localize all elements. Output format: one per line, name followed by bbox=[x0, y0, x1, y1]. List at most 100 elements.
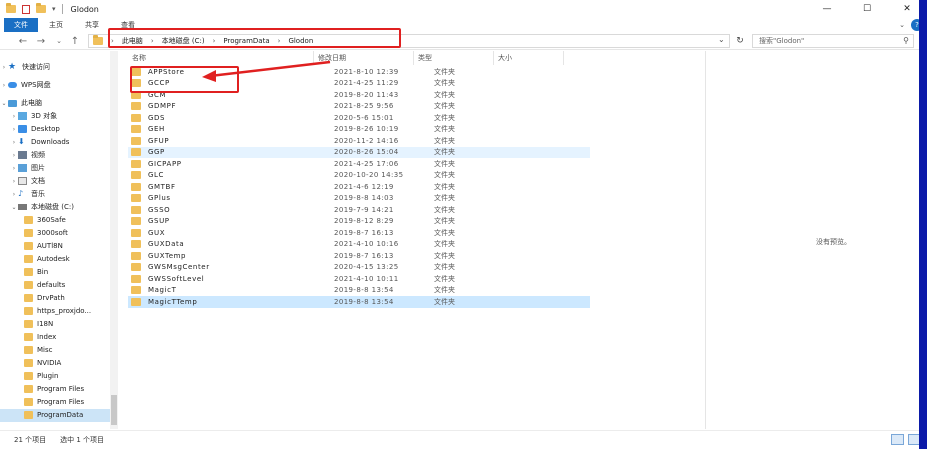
tab-file[interactable]: 文件 bbox=[4, 18, 38, 32]
sidebar-item-videos[interactable]: › 视频 bbox=[0, 149, 117, 162]
table-row[interactable]: GDS 2020-5-6 15:01 文件夹 bbox=[128, 112, 590, 124]
table-row[interactable]: GMTBF 2021-4-6 12:19 文件夹 bbox=[128, 181, 590, 193]
sidebar-item-downloads[interactable]: › ⬇ Downloads bbox=[0, 136, 117, 149]
sidebar-item-label: https_proxjdo... bbox=[37, 307, 92, 316]
table-row[interactable]: GSSO 2019-7-9 14:21 文件夹 bbox=[128, 204, 590, 216]
table-row[interactable]: GEH 2019-8-26 10:19 文件夹 bbox=[128, 124, 590, 136]
file-name: GSSO bbox=[148, 205, 171, 214]
expand-ribbon-icon[interactable]: ⌄ bbox=[899, 21, 905, 29]
sidebar-item-programdata[interactable]: ProgramData bbox=[0, 409, 117, 422]
table-row[interactable]: GSUP 2019-8-12 8:29 文件夹 bbox=[128, 216, 590, 228]
address-dropdown-icon[interactable]: ⌄ bbox=[718, 35, 725, 44]
chevron-right-icon[interactable]: › bbox=[10, 165, 18, 172]
sidebar-item-label: Desktop bbox=[31, 125, 60, 134]
sidebar-item-label: NVIDIA bbox=[37, 359, 62, 368]
table-row[interactable]: MagicT 2019-8-8 13:54 文件夹 bbox=[128, 285, 590, 297]
table-row[interactable]: GLC 2020-10-20 14:35 文件夹 bbox=[128, 170, 590, 182]
file-name: GUXData bbox=[148, 240, 185, 249]
tab-share[interactable]: 共享 bbox=[74, 18, 110, 32]
sidebar-item-label: DrvPath bbox=[37, 294, 65, 303]
sidebar-item-label: 360Safe bbox=[37, 216, 66, 225]
maximize-button[interactable]: ☐ bbox=[847, 0, 887, 18]
back-button[interactable]: ← bbox=[16, 35, 30, 47]
minimize-button[interactable]: — bbox=[807, 0, 847, 18]
sidebar-item-pictures[interactable]: › 图片 bbox=[0, 162, 117, 175]
sidebar-item-folder[interactable]: 3000soft bbox=[0, 227, 117, 240]
sidebar-item-folder[interactable]: AUTl8N bbox=[0, 240, 117, 253]
sidebar-item-folder[interactable]: Bin bbox=[0, 266, 117, 279]
sidebar-item-this-pc[interactable]: ⌄ 此电脑 bbox=[0, 97, 117, 110]
chevron-right-icon[interactable]: › bbox=[10, 113, 18, 120]
table-row[interactable]: GPlus 2019-8-8 14:03 文件夹 bbox=[128, 193, 590, 205]
search-box[interactable]: 搜索"Glodon" ⚲ bbox=[752, 34, 914, 48]
new-folder-icon[interactable] bbox=[36, 3, 46, 13]
table-row[interactable]: GUXData 2021-4-10 10:16 文件夹 bbox=[128, 239, 590, 251]
sidebar-item-documents[interactable]: › 文档 bbox=[0, 175, 117, 188]
table-row[interactable]: GWSSoftLevel 2021-4-10 10:11 文件夹 bbox=[128, 273, 590, 285]
sidebar-item-local-disk[interactable]: ⌄ 本地磁盘 (C:) bbox=[0, 201, 117, 214]
table-row[interactable]: GDMPF 2021-8-25 9:56 文件夹 bbox=[128, 101, 590, 113]
sidebar-item-folder[interactable]: Program Files bbox=[0, 383, 117, 396]
chevron-right-icon[interactable]: › bbox=[0, 82, 8, 89]
folder-icon bbox=[24, 359, 33, 368]
chevron-right-icon[interactable]: › bbox=[10, 139, 18, 146]
up-button[interactable]: ↑ bbox=[68, 35, 82, 47]
sidebar-item-folder[interactable]: defaults bbox=[0, 279, 117, 292]
file-date: 2021-4-6 12:19 bbox=[334, 182, 394, 191]
chevron-right-icon[interactable]: › bbox=[10, 152, 18, 159]
chevron-down-icon[interactable]: ⌄ bbox=[10, 204, 18, 211]
table-row[interactable]: MagicTTemp 2019-8-8 13:54 文件夹 bbox=[128, 296, 590, 308]
table-row[interactable]: GGP 2020-8-26 15:04 文件夹 bbox=[128, 146, 590, 158]
sidebar-item-wps-cloud[interactable]: › WPS网盘 bbox=[0, 79, 117, 92]
folder-icon bbox=[131, 205, 141, 214]
sidebar-item-folder[interactable]: Misc bbox=[0, 344, 117, 357]
file-name: GICPAPP bbox=[148, 159, 182, 168]
chevron-down-icon[interactable]: ⌄ bbox=[0, 100, 8, 107]
chevron-right-icon[interactable]: › bbox=[10, 126, 18, 133]
file-type: 文件夹 bbox=[434, 263, 455, 272]
sidebar-item-folder[interactable]: Index bbox=[0, 331, 117, 344]
sidebar-item-quick-access[interactable]: › ★ 快速访问 bbox=[0, 61, 117, 74]
refresh-button[interactable]: ↻ bbox=[733, 34, 747, 48]
folder-icon bbox=[93, 35, 103, 45]
folder-icon bbox=[24, 320, 33, 329]
sidebar-item-folder[interactable]: Autodesk bbox=[0, 253, 117, 266]
sidebar-item-folder[interactable]: 360Safe bbox=[0, 214, 117, 227]
customize-toolbar-icon[interactable]: ▾ bbox=[52, 5, 56, 13]
desktop-edge bbox=[919, 0, 927, 449]
details-view-button[interactable] bbox=[891, 434, 904, 445]
table-row[interactable]: GUX 2019-8-7 16:13 文件夹 bbox=[128, 227, 590, 239]
preview-pane: 没有预览。 bbox=[705, 51, 927, 429]
tab-home[interactable]: 主页 bbox=[38, 18, 74, 32]
chevron-right-icon[interactable]: › bbox=[10, 191, 18, 198]
sidebar-item-music[interactable]: › ♪ 音乐 bbox=[0, 188, 117, 201]
sidebar-item-folder[interactable]: Plugin bbox=[0, 370, 117, 383]
properties-icon[interactable] bbox=[22, 4, 30, 14]
sidebar-item-folder[interactable]: Program Files bbox=[0, 396, 117, 409]
column-header-size[interactable]: 大小 bbox=[494, 51, 564, 65]
table-row[interactable]: GFUP 2020-11-2 14:16 文件夹 bbox=[128, 135, 590, 147]
recent-locations-icon[interactable]: ⌄ bbox=[52, 35, 66, 47]
chevron-right-icon[interactable]: › bbox=[10, 178, 18, 185]
table-row[interactable]: GWSMsgCenter 2020-4-15 13:25 文件夹 bbox=[128, 262, 590, 274]
chevron-right-icon[interactable]: › bbox=[0, 64, 8, 71]
sidebar-item-label: Autodesk bbox=[37, 255, 70, 264]
forward-button[interactable]: → bbox=[34, 35, 48, 47]
table-row[interactable]: GICPAPP 2021-4-25 17:06 文件夹 bbox=[128, 158, 590, 170]
sidebar-item-folder[interactable]: I18N bbox=[0, 318, 117, 331]
file-date: 2019-8-7 16:13 bbox=[334, 228, 394, 237]
folder-icon bbox=[24, 281, 33, 290]
column-header-type[interactable]: 类型 bbox=[414, 51, 494, 65]
sidebar-item-3d-objects[interactable]: › 3D 对象 bbox=[0, 110, 117, 123]
sidebar-item-desktop[interactable]: › Desktop bbox=[0, 123, 117, 136]
sidebar-item-folder[interactable]: NVIDIA bbox=[0, 357, 117, 370]
file-date: 2019-8-26 10:19 bbox=[334, 125, 399, 134]
sidebar-scrollbar-thumb[interactable] bbox=[111, 395, 117, 425]
sidebar-item-folder[interactable]: https_proxjdo... bbox=[0, 305, 117, 318]
sidebar-scrollbar[interactable] bbox=[110, 51, 118, 429]
file-name: GUX bbox=[148, 228, 166, 237]
file-list: APPStore 2021-8-10 12:39 文件夹 GCCP 2021-4-25… bbox=[128, 66, 590, 316]
table-row[interactable]: GUXTemp 2019-8-7 16:13 文件夹 bbox=[128, 250, 590, 262]
cube-icon bbox=[18, 112, 27, 121]
sidebar-item-folder[interactable]: DrvPath bbox=[0, 292, 117, 305]
